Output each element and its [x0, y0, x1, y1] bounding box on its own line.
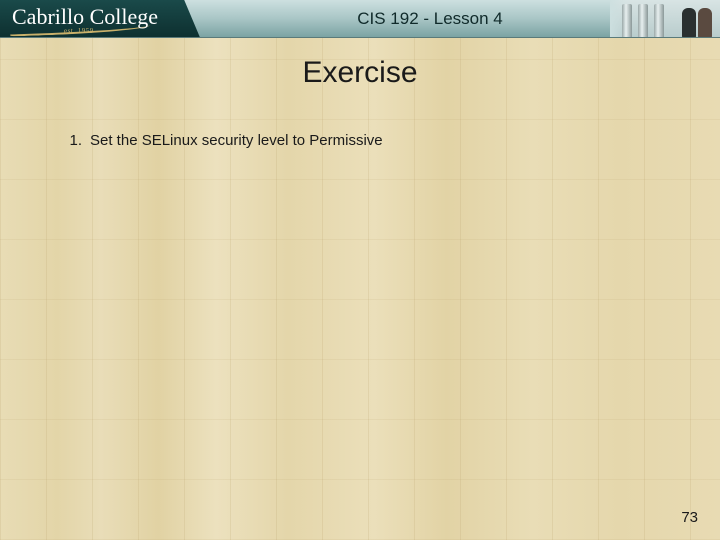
column-graphic: [654, 4, 664, 38]
header-photo: [610, 0, 720, 38]
figure-graphic: [682, 8, 696, 38]
logo-text: Cabrillo College: [12, 6, 158, 28]
slide-content: 1. Set the SELinux security level to Per…: [0, 90, 720, 149]
list-item: 1. Set the SELinux security level to Per…: [60, 132, 660, 149]
header-bar: Cabrillo College est. 1959 CIS 192 - Les…: [0, 0, 720, 38]
column-graphic: [622, 4, 632, 38]
figure-graphic: [698, 8, 712, 38]
list-number: 1.: [60, 132, 82, 149]
slide-title: Exercise: [0, 56, 720, 90]
logo-subtext: est. 1959: [64, 27, 94, 35]
page-number: 73: [681, 509, 698, 526]
college-logo: Cabrillo College est. 1959: [0, 0, 200, 38]
column-graphic: [638, 4, 648, 38]
list-text: Set the SELinux security level to Permis…: [90, 132, 383, 149]
